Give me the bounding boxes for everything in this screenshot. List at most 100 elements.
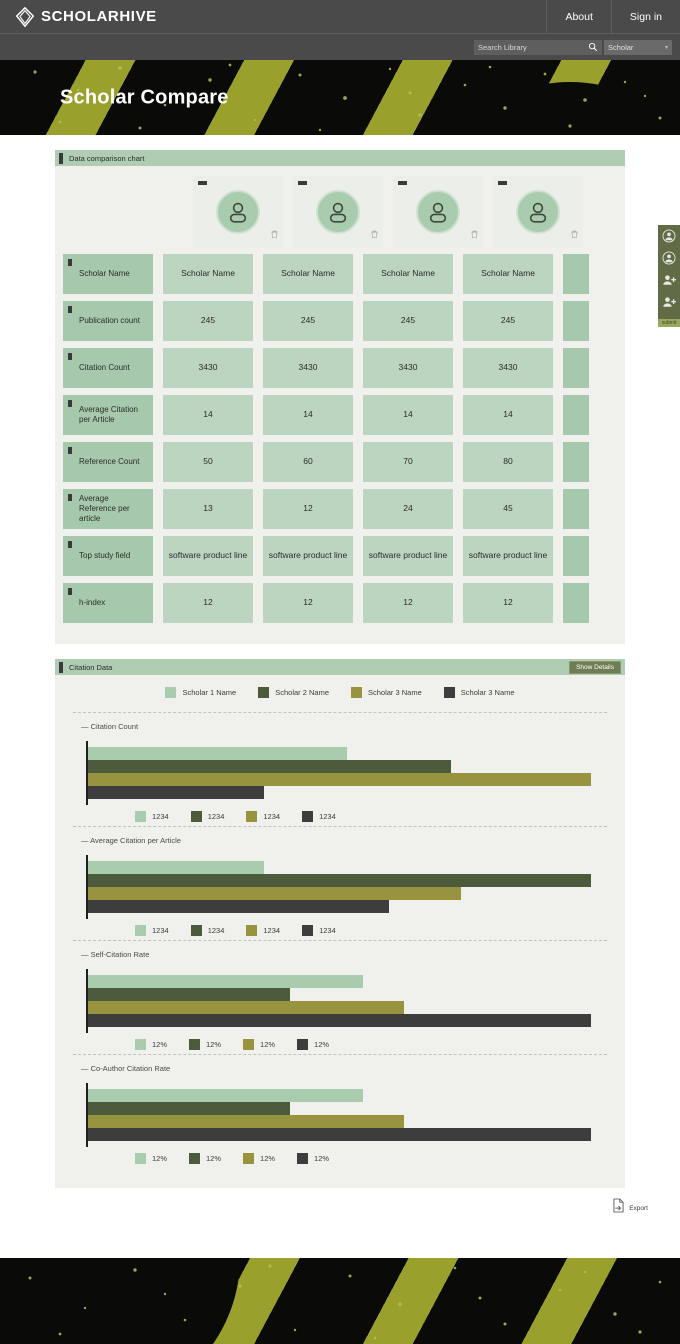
- table-cell: 12: [363, 583, 453, 623]
- value-swatch: [135, 811, 146, 822]
- trash-icon[interactable]: [471, 225, 478, 243]
- scholar-card[interactable]: [193, 176, 283, 248]
- trash-icon[interactable]: [371, 225, 378, 243]
- cell-value: 245: [200, 315, 216, 326]
- value-swatch: [297, 1039, 309, 1050]
- table-cell: 12: [263, 583, 353, 623]
- legend-label: Scholar 1 Name: [182, 688, 237, 697]
- add-user-icon[interactable]: [662, 273, 677, 292]
- cell-value: Scholar Name: [281, 268, 335, 279]
- page-title: Scholar Compare: [60, 86, 229, 108]
- comparison-table: Scholar Name Scholar Name Scholar Name S…: [55, 166, 625, 644]
- hive-logo-icon: [14, 6, 36, 28]
- table-row: h-index 12 12 12 12: [63, 583, 617, 623]
- chart-bar: [87, 874, 592, 887]
- table-cell: software product line: [163, 536, 253, 576]
- chart-bar: [87, 773, 592, 786]
- scholar-card[interactable]: [393, 176, 483, 248]
- footer-speckle-texture: [28, 1264, 662, 1340]
- table-cell: 245: [163, 301, 253, 341]
- table-cell: Scholar Name: [363, 254, 453, 294]
- chart-value-item: 12%: [189, 1153, 221, 1164]
- row-tab-marker: [68, 400, 72, 407]
- table-cell: 14: [263, 395, 353, 435]
- citation-panel-header: Citation Data Show Details: [55, 659, 625, 675]
- legend-label: Scholar 3 Name: [460, 688, 515, 697]
- cell-value: 12: [503, 597, 513, 608]
- row-label: Citation Count: [63, 348, 153, 388]
- value-swatch: [190, 811, 202, 822]
- search-icon[interactable]: [584, 39, 602, 55]
- scholar-card[interactable]: [493, 176, 583, 248]
- row-tab-marker: [68, 447, 72, 454]
- cell-value: software product line: [268, 550, 348, 561]
- chart-axis: [86, 969, 88, 1033]
- user-icon[interactable]: [662, 251, 676, 270]
- search-input[interactable]: Search Library: [474, 39, 584, 55]
- row-label-text: Citation Count: [79, 363, 130, 372]
- row-end-spacer: [563, 254, 589, 294]
- cell-value: 14: [403, 409, 413, 420]
- cell-value: Scholar Name: [181, 268, 235, 279]
- chart-bar: [87, 786, 264, 799]
- cell-value: 13: [203, 503, 213, 514]
- chart-value-item: 12%: [297, 1039, 329, 1050]
- legend-label: Scholar 3 Name: [368, 688, 422, 697]
- trash-icon[interactable]: [571, 225, 578, 243]
- row-label: Publication count: [63, 301, 153, 341]
- export-button[interactable]: Export: [612, 1198, 648, 1218]
- table-cell: 245: [363, 301, 453, 341]
- value-swatch: [243, 1039, 255, 1050]
- chart-value-legend: 12% 12% 12% 12%: [73, 1039, 607, 1050]
- row-label-text: Scholar Name: [79, 269, 130, 278]
- data-comparison-panel: Data comparison chart Scholar Name Schol…: [55, 150, 625, 644]
- value-swatch: [189, 1039, 201, 1050]
- value-swatch: [135, 925, 146, 936]
- scholar-card[interactable]: [293, 176, 383, 248]
- value-text: 1234: [319, 812, 336, 821]
- chart-value-item: 1234: [190, 925, 225, 936]
- cell-value: software product line: [168, 550, 248, 561]
- table-cell: 3430: [363, 348, 453, 388]
- trash-icon[interactable]: [271, 225, 278, 243]
- value-text: 12%: [314, 1040, 330, 1049]
- show-details-button[interactable]: Show Details: [569, 661, 621, 674]
- legend-swatch: [165, 687, 177, 698]
- table-row: Average Reference per article 13 12 24 4…: [63, 489, 617, 529]
- chart-bar: [87, 1128, 592, 1141]
- cell-value: 3430: [398, 362, 418, 373]
- add-user-icon[interactable]: [662, 295, 677, 314]
- citation-panel-title: Citation Data: [69, 662, 113, 672]
- value-text: 1234: [207, 926, 225, 935]
- cell-value: 45: [503, 503, 513, 514]
- search-scope-value: Scholar: [608, 42, 634, 52]
- table-cell: 12: [163, 583, 253, 623]
- table-cell: 45: [463, 489, 553, 529]
- row-label: Reference Count: [63, 442, 153, 482]
- chart-value-item: 12%: [243, 1039, 275, 1050]
- search-scope-select[interactable]: Scholar ▾: [604, 39, 672, 55]
- cell-value: 14: [503, 409, 513, 420]
- chart-bar: [87, 760, 451, 773]
- row-label: Top study field: [63, 536, 153, 576]
- table-cell: 12: [263, 489, 353, 529]
- cell-value: 12: [303, 503, 313, 514]
- submit-button[interactable]: submit: [658, 319, 680, 327]
- nav-link-about[interactable]: About: [546, 0, 610, 33]
- brand-logo[interactable]: SCHOLARHIVE: [0, 0, 546, 33]
- chart-plot: [73, 969, 607, 1033]
- row-label: Average Reference per article: [63, 489, 153, 529]
- cell-value: 80: [503, 456, 513, 467]
- chart-block: — Citation Count 1234 1234 1234 1234: [73, 712, 607, 826]
- chart-title: — Co-Author Citation Rate: [81, 1064, 171, 1073]
- chart-axis: [86, 741, 88, 805]
- user-avatar-icon: [416, 190, 460, 234]
- cell-value: 3430: [198, 362, 218, 373]
- nav-link-sign-in[interactable]: Sign in: [610, 0, 680, 33]
- card-tab-marker: [398, 181, 407, 185]
- user-icon[interactable]: [662, 229, 676, 248]
- value-text: 1234: [263, 926, 281, 935]
- row-label-text: Reference Count: [79, 457, 140, 466]
- chart-value-item: 1234: [135, 925, 169, 936]
- value-text: 12%: [260, 1154, 276, 1163]
